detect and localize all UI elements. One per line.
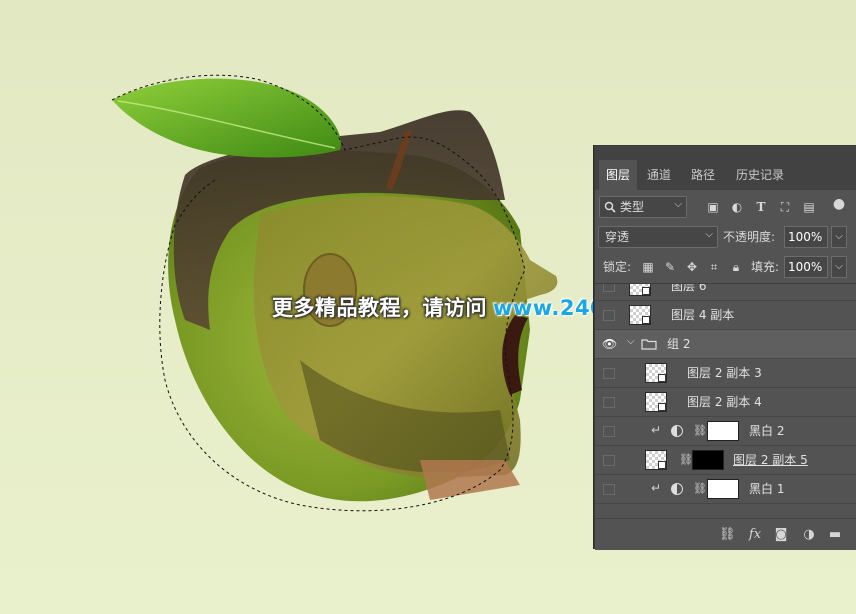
layer-name[interactable]: 图层 2 副本 3 <box>687 359 762 387</box>
layer-row[interactable]: 图层 6 <box>595 284 856 301</box>
folder-icon <box>641 339 657 350</box>
opacity-input[interactable]: 100% <box>784 226 828 248</box>
lock-label: 锁定: <box>603 260 632 274</box>
lock-image-brush-icon[interactable]: ✎ <box>663 260 677 274</box>
blend-opacity-row: 穿透 ⌵ 不透明度: 100% ⌵ <box>595 226 856 252</box>
layers-panel: 图层 通道 路径 历史记录 类型 ⌵ ▣ ◐ T ⛶ ▤ ● 穿透 ⌵ 不透明度… <box>594 145 856 550</box>
layers-panel-footer: ⛓ fx ◙ ◑ ▬ <box>595 518 856 550</box>
lock-transparent-icon[interactable]: ▦ <box>641 260 655 274</box>
fill-dropdown-icon[interactable]: ⌵ <box>831 256 847 278</box>
link-icon[interactable]: ⛓ <box>679 453 693 466</box>
layer-row[interactable]: 图层 2 副本 4 <box>595 388 856 417</box>
layer-mask-thumbnail[interactable] <box>707 479 739 499</box>
add-mask-icon[interactable]: ◙ <box>773 527 789 543</box>
lock-artboard-icon[interactable]: ⌗ <box>707 260 721 274</box>
layer-row[interactable]: ↵ ⛓ 黑白 1 <box>595 475 856 504</box>
visibility-toggle[interactable] <box>603 368 615 379</box>
blend-mode-select[interactable]: 穿透 ⌵ <box>598 226 718 248</box>
link-icon[interactable]: ⛓ <box>693 424 707 437</box>
fx-icon[interactable]: fx <box>747 527 763 543</box>
layer-thumbnail <box>629 284 651 296</box>
layer-row[interactable]: ↵ ⛓ 黑白 2 <box>595 417 856 446</box>
chevron-down-icon: ⌵ <box>674 199 682 210</box>
group-name[interactable]: 组 2 <box>667 330 690 358</box>
smart-object-icon <box>642 316 650 324</box>
apple-leaf <box>112 78 341 158</box>
adjustment-layer-icon <box>671 425 683 437</box>
clipping-arrow-icon: ↵ <box>651 423 662 437</box>
visibility-toggle[interactable] <box>603 284 615 292</box>
eye-icon[interactable]: 👁︎ <box>602 338 617 350</box>
opacity-dropdown-icon[interactable]: ⌵ <box>831 226 847 248</box>
layer-mask-thumbnail[interactable] <box>707 421 739 441</box>
panel-tabs: 图层 通道 路径 历史记录 <box>595 160 856 190</box>
filter-toggle-icon[interactable]: ● <box>832 197 846 211</box>
layer-row-group[interactable]: 👁︎ ⌵ 组 2 <box>595 330 856 359</box>
new-adjustment-icon[interactable]: ◑ <box>801 527 817 543</box>
layer-mask-thumbnail[interactable] <box>692 450 724 470</box>
adjustment-layer-icon <box>671 483 683 495</box>
type-filter-icon[interactable]: T <box>754 200 768 214</box>
layer-row[interactable]: 图层 2 副本 3 <box>595 359 856 388</box>
visibility-toggle[interactable] <box>603 397 615 408</box>
layer-name[interactable]: 图层 4 副本 <box>671 301 734 329</box>
tab-channels[interactable]: 通道 <box>639 160 679 190</box>
layer-name[interactable]: 黑白 1 <box>749 475 784 503</box>
fill-input[interactable]: 100% <box>784 256 828 278</box>
link-layers-icon[interactable]: ⛓ <box>719 527 736 543</box>
visibility-toggle[interactable] <box>603 310 615 321</box>
layer-row[interactable]: ⛓ 图层 2 副本 5 <box>595 446 856 475</box>
adjustment-filter-icon[interactable]: ◐ <box>730 200 744 214</box>
filter-kind-label: 类型 <box>620 200 645 214</box>
lock-fill-row: 锁定: ▦ ✎ ✥ ⌗ 🔒︎ 填充: 100% ⌵ <box>595 256 856 280</box>
new-group-icon[interactable]: ▬ <box>827 527 843 543</box>
layer-thumbnail <box>645 450 667 470</box>
panel-title-bar[interactable] <box>595 146 856 160</box>
layer-filter-row: 类型 ⌵ ▣ ◐ T ⛶ ▤ ● <box>595 195 856 221</box>
shape-filter-icon[interactable]: ⛶ <box>778 200 792 214</box>
visibility-toggle[interactable] <box>603 484 615 495</box>
smart-object-filter-icon[interactable]: ▤ <box>802 200 816 214</box>
tab-paths[interactable]: 路径 <box>683 160 723 190</box>
chevron-down-icon[interactable]: ⌵ <box>627 336 635 347</box>
chevron-down-icon: ⌵ <box>705 229 713 240</box>
lock-all-icon[interactable]: 🔒︎ <box>729 260 743 274</box>
smart-object-icon <box>658 403 666 411</box>
layer-list[interactable]: 图层 6 图层 4 副本 👁︎ ⌵ 组 2 图层 2 副本 3 图层 2 副本 … <box>595 283 856 519</box>
fill-label: 填充: <box>751 260 780 274</box>
layer-row[interactable]: 图层 4 副本 <box>595 301 856 330</box>
layer-name[interactable]: 黑白 2 <box>749 417 784 445</box>
search-icon <box>604 201 616 213</box>
tab-layers[interactable]: 图层 <box>599 160 637 190</box>
layer-name[interactable]: 图层 2 副本 5 <box>733 446 808 474</box>
tab-history[interactable]: 历史记录 <box>727 160 793 190</box>
image-filter-icon[interactable]: ▣ <box>706 200 720 214</box>
smart-object-icon <box>658 374 666 382</box>
smart-object-icon <box>658 461 666 469</box>
visibility-toggle[interactable] <box>603 455 615 466</box>
clipping-arrow-icon: ↵ <box>651 481 662 495</box>
lock-position-move-icon[interactable]: ✥ <box>685 260 699 274</box>
layer-name[interactable]: 图层 6 <box>671 284 706 300</box>
layer-name[interactable]: 图层 2 副本 4 <box>687 388 762 416</box>
blend-mode-value: 穿透 <box>605 230 630 244</box>
layer-thumbnail <box>645 392 667 412</box>
watermark-text: 更多精品教程，请访问 <box>272 296 487 320</box>
smart-object-icon <box>642 287 650 295</box>
layer-thumbnail <box>645 363 667 383</box>
filter-kind-select[interactable]: 类型 ⌵ <box>599 196 687 218</box>
layer-thumbnail <box>629 305 651 325</box>
visibility-toggle[interactable] <box>603 426 615 437</box>
opacity-label: 不透明度: <box>723 230 776 244</box>
link-icon[interactable]: ⛓ <box>693 482 707 495</box>
